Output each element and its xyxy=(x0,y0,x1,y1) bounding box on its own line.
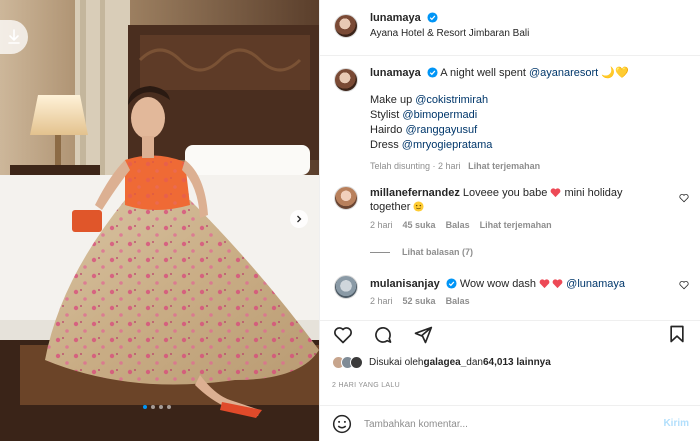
comment-time[interactable]: 2 hari xyxy=(370,296,393,306)
caption-username[interactable]: lunamaya xyxy=(370,67,421,79)
comment-button[interactable] xyxy=(372,324,394,346)
comment-text: Wow wow dash xyxy=(459,278,540,290)
credit-mention[interactable]: @cokistrimirah xyxy=(415,94,488,106)
credit-line: Make up @cokistrimirah xyxy=(370,93,680,108)
post-location[interactable]: Ayana Hotel & Resort Jimbaran Bali xyxy=(370,28,529,39)
comment-text: Loveee you babe xyxy=(462,187,551,199)
likes-summary: Disukai oleh galagea_ dan 64,013 lainnya xyxy=(332,356,551,369)
comment-mention[interactable]: @lunamaya xyxy=(566,278,625,290)
likes-middle: dan xyxy=(466,357,483,368)
author-line: lunamaya xyxy=(370,12,438,24)
comment-likes[interactable]: 52 suka xyxy=(403,296,436,306)
verified-icon xyxy=(446,278,457,289)
comment-text: mini holiday xyxy=(561,187,623,199)
comment-like-icon[interactable] xyxy=(679,280,689,290)
share-button[interactable] xyxy=(412,324,434,346)
post-header: lunamaya Ayana Hotel & Resort Jimbaran B… xyxy=(320,0,700,56)
smiley-icon[interactable] xyxy=(332,414,352,434)
carousel-dots xyxy=(143,405,171,409)
reply-button[interactable]: Balas xyxy=(446,220,470,230)
add-comment-bar: Kirim xyxy=(320,405,700,441)
liker-username[interactable]: galagea_ xyxy=(423,357,466,368)
post-photo xyxy=(0,0,319,441)
commenter-avatar[interactable] xyxy=(334,275,358,299)
action-icons xyxy=(332,324,434,346)
save-button[interactable] xyxy=(667,324,689,346)
view-replies-label[interactable]: Lihat balasan (7) xyxy=(402,247,473,257)
credit-mention[interactable]: @bimopermadi xyxy=(402,109,477,121)
comment-like-icon[interactable] xyxy=(679,193,689,203)
author-avatar[interactable] xyxy=(334,14,358,38)
carousel-next-button[interactable] xyxy=(290,210,308,228)
credit-line: Hairdo @ranggayusuf xyxy=(370,123,680,138)
author-username[interactable]: lunamaya xyxy=(370,12,421,24)
carousel-dot xyxy=(167,405,171,409)
comments-section: lunamaya A night well spent @ayanaresort… xyxy=(320,56,700,320)
comment-likes[interactable]: 45 suka xyxy=(403,220,436,230)
caption-avatar[interactable] xyxy=(334,68,358,92)
credit-mention[interactable]: @ranggayusuf xyxy=(405,124,477,136)
comment-text: together xyxy=(370,201,414,213)
credit-line: Dress @mryogiepratama xyxy=(370,138,680,153)
carousel-dot xyxy=(151,405,155,409)
commenter-username[interactable]: mulanisanjay xyxy=(370,278,440,290)
caption-meta: Telah disunting · 2 hari Lihat terjemaha… xyxy=(370,161,541,171)
credit-mention[interactable]: @mryogiepratama xyxy=(402,139,493,151)
comment-icon xyxy=(375,327,392,343)
commenter-avatar[interactable] xyxy=(334,186,358,210)
verified-icon xyxy=(427,12,438,23)
red-heart-icon xyxy=(539,279,550,289)
credit-role: Make up xyxy=(370,94,416,106)
comment: mulanisanjay Wow wow dash @lunamaya xyxy=(370,277,670,291)
edited-label: Telah disunting xyxy=(370,161,431,171)
commenter-username[interactable]: millanefernandez xyxy=(370,187,460,199)
like-button[interactable] xyxy=(332,324,354,346)
replies-divider xyxy=(370,251,390,253)
caption-time[interactable]: 2 hari xyxy=(438,161,461,171)
instagram-post: lunamaya Ayana Hotel & Resort Jimbaran B… xyxy=(0,0,700,441)
credit-line: Stylist @bimopermadi xyxy=(370,108,680,123)
credit-role: Hairdo xyxy=(370,124,406,136)
comment-meta: 2 hari 45 suka Balas Lihat terjemahan xyxy=(370,220,552,230)
actions-bar: Disukai oleh galagea_ dan 64,013 lainnya… xyxy=(320,320,700,389)
verified-icon xyxy=(427,67,438,78)
red-heart-icon xyxy=(552,279,563,289)
hug-emoji-icon xyxy=(413,201,424,212)
likes-count[interactable]: 64,013 lainnya xyxy=(483,357,551,368)
reply-button[interactable]: Balas xyxy=(446,296,470,306)
post-comment-button[interactable]: Kirim xyxy=(663,418,689,429)
likes-prefix: Disukai oleh xyxy=(369,357,424,368)
comment-time[interactable]: 2 hari xyxy=(370,220,393,230)
credit-role: Stylist xyxy=(370,109,403,121)
comment-input[interactable] xyxy=(364,415,634,433)
bookmark-icon xyxy=(670,325,684,343)
comment-meta: 2 hari 52 suka Balas xyxy=(370,296,470,306)
carousel-dot xyxy=(143,405,147,409)
post-media[interactable] xyxy=(0,0,319,441)
liker-avatar xyxy=(350,356,363,369)
post-panel: lunamaya Ayana Hotel & Resort Jimbaran B… xyxy=(319,0,700,441)
caption-credits: Make up @cokistrimirah Stylist @bimoperm… xyxy=(370,93,680,153)
heart-icon xyxy=(334,327,352,344)
red-heart-icon xyxy=(551,188,561,198)
comment: millanefernandez Loveee you babe mini ho… xyxy=(370,186,670,214)
post-date[interactable]: 2 HARI YANG LALU xyxy=(332,382,400,389)
translate-link[interactable]: Lihat terjemahan xyxy=(480,220,552,230)
view-replies[interactable]: Lihat balasan (7) xyxy=(370,247,473,257)
caption: lunamaya A night well spent @ayanaresort… xyxy=(370,66,680,174)
paper-plane-icon xyxy=(414,326,433,344)
carousel-dot xyxy=(159,405,163,409)
caption-mention[interactable]: @ayanaresort xyxy=(529,67,598,79)
translate-link[interactable]: Lihat terjemahan xyxy=(468,161,540,171)
download-icon xyxy=(8,29,20,44)
caption-text: A night well spent xyxy=(440,67,529,79)
chevron-right-icon xyxy=(297,215,302,223)
caption-emoji: 🌙💛 xyxy=(601,67,629,79)
credit-role: Dress xyxy=(370,139,402,151)
